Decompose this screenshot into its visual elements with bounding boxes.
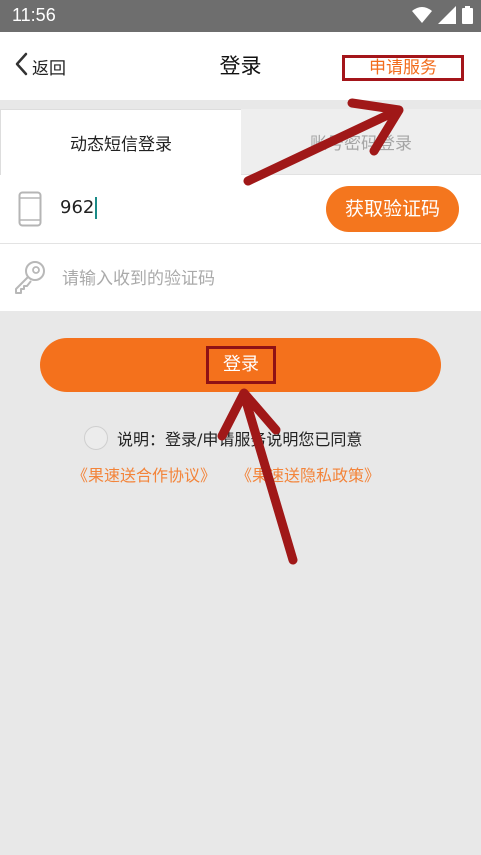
tab-sms-login[interactable]: 动态短信登录 bbox=[0, 109, 241, 175]
status-icons bbox=[412, 6, 473, 24]
agreement-text: 说明：登录/申请服务说明您已同意 bbox=[117, 430, 363, 449]
text-cursor bbox=[95, 197, 98, 219]
login-button-label: 登录 bbox=[206, 346, 276, 384]
top-navbar: 返回 登录 申请服务 bbox=[0, 32, 481, 100]
verification-code-input[interactable] bbox=[60, 264, 424, 294]
phone-input[interactable]: 962 bbox=[60, 197, 98, 219]
agreement-links: 《果速送合作协议》 《果速送隐私政策》 bbox=[72, 462, 380, 486]
status-bar: 11:56 bbox=[0, 0, 481, 32]
phone-icon bbox=[18, 191, 42, 231]
phone-value: 962 bbox=[60, 197, 95, 218]
wifi-icon bbox=[412, 6, 432, 24]
privacy-policy-link[interactable]: 《果速送隐私政策》 bbox=[236, 462, 380, 486]
agreement-row: 说明：登录/申请服务说明您已同意 bbox=[84, 426, 362, 450]
cooperation-agreement-link[interactable]: 《果速送合作协议》 bbox=[72, 462, 216, 486]
login-tabs: 动态短信登录 账号密码登录 bbox=[0, 109, 481, 175]
get-code-button[interactable]: 获取验证码 bbox=[326, 186, 459, 232]
status-time: 11:56 bbox=[12, 5, 56, 25]
battery-icon bbox=[462, 6, 473, 24]
agree-radio[interactable] bbox=[84, 426, 108, 450]
signal-icon bbox=[438, 6, 456, 24]
login-button[interactable]: 登录 bbox=[40, 338, 441, 392]
tab-password-login[interactable]: 账号密码登录 bbox=[241, 109, 481, 175]
phone-row: 962 获取验证码 bbox=[0, 175, 481, 244]
apply-service-button[interactable]: 申请服务 bbox=[342, 55, 464, 81]
key-icon bbox=[12, 259, 48, 299]
code-row bbox=[0, 244, 481, 311]
